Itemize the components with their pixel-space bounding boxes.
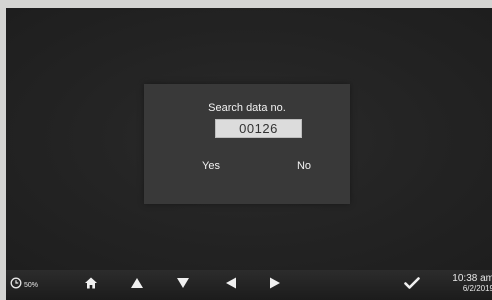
main-area: Search data no. 00126 Yes No	[6, 8, 492, 270]
clock-date: 6/2/2019	[462, 284, 492, 293]
zoom-level: 50%	[24, 281, 39, 289]
arrow-left-icon	[224, 276, 238, 295]
no-button[interactable]: No	[274, 156, 334, 176]
search-dialog: Search data no. 00126 Yes No	[144, 84, 350, 204]
down-button[interactable]	[170, 270, 196, 300]
yes-button[interactable]: Yes	[181, 156, 241, 176]
checkmark-icon	[404, 276, 420, 295]
clock-time: 10:38 am	[452, 273, 492, 284]
clock-icon	[10, 276, 22, 294]
dialog-title: Search data no.	[208, 102, 286, 114]
status-clock: 10:38 am 6/2/2019	[434, 274, 492, 294]
right-button[interactable]	[262, 270, 288, 300]
arrow-down-icon	[176, 276, 190, 295]
bottom-toolbar: 50% 10:38 am 6/2/2019	[6, 270, 492, 300]
up-button[interactable]	[124, 270, 150, 300]
confirm-button[interactable]	[398, 270, 426, 300]
zoom-button[interactable]: 50%	[10, 270, 52, 300]
home-icon	[84, 276, 98, 295]
arrow-up-icon	[130, 276, 144, 295]
search-data-number-field[interactable]: 00126	[215, 119, 302, 138]
device-screen: Search data no. 00126 Yes No 50% 10:38 a…	[6, 8, 492, 300]
left-button[interactable]	[218, 270, 244, 300]
home-button[interactable]	[78, 270, 104, 300]
arrow-right-icon	[268, 276, 282, 295]
